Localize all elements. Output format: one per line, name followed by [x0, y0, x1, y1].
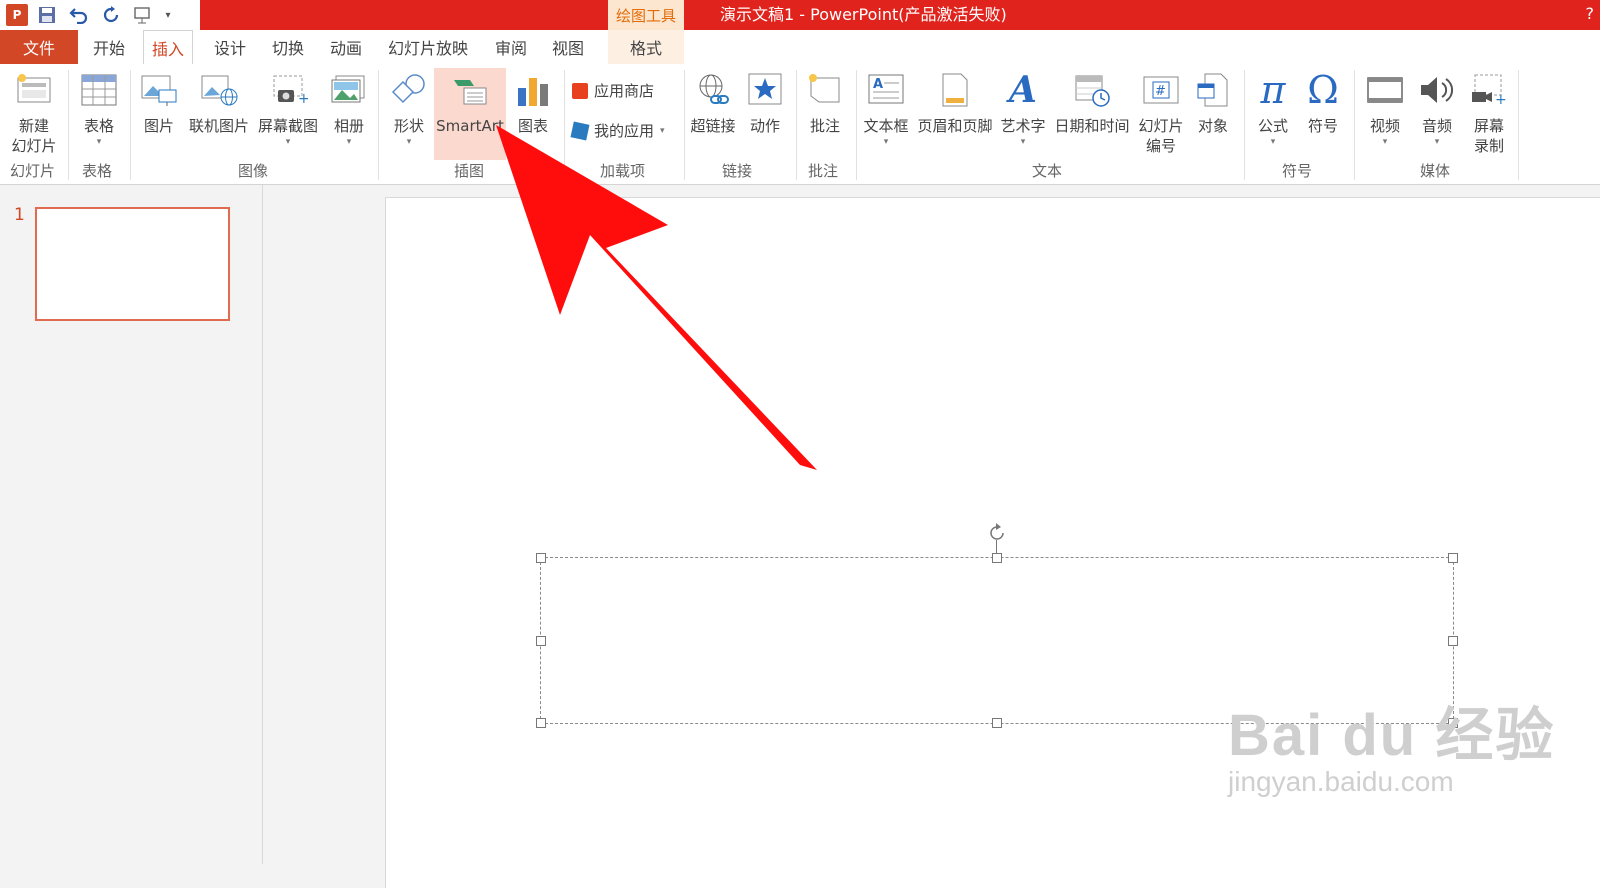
watermark-main: Bai du 经验 [1228, 703, 1556, 768]
baidu-watermark: Bai du 经验 jingyan.baidu.com [1228, 688, 1555, 798]
